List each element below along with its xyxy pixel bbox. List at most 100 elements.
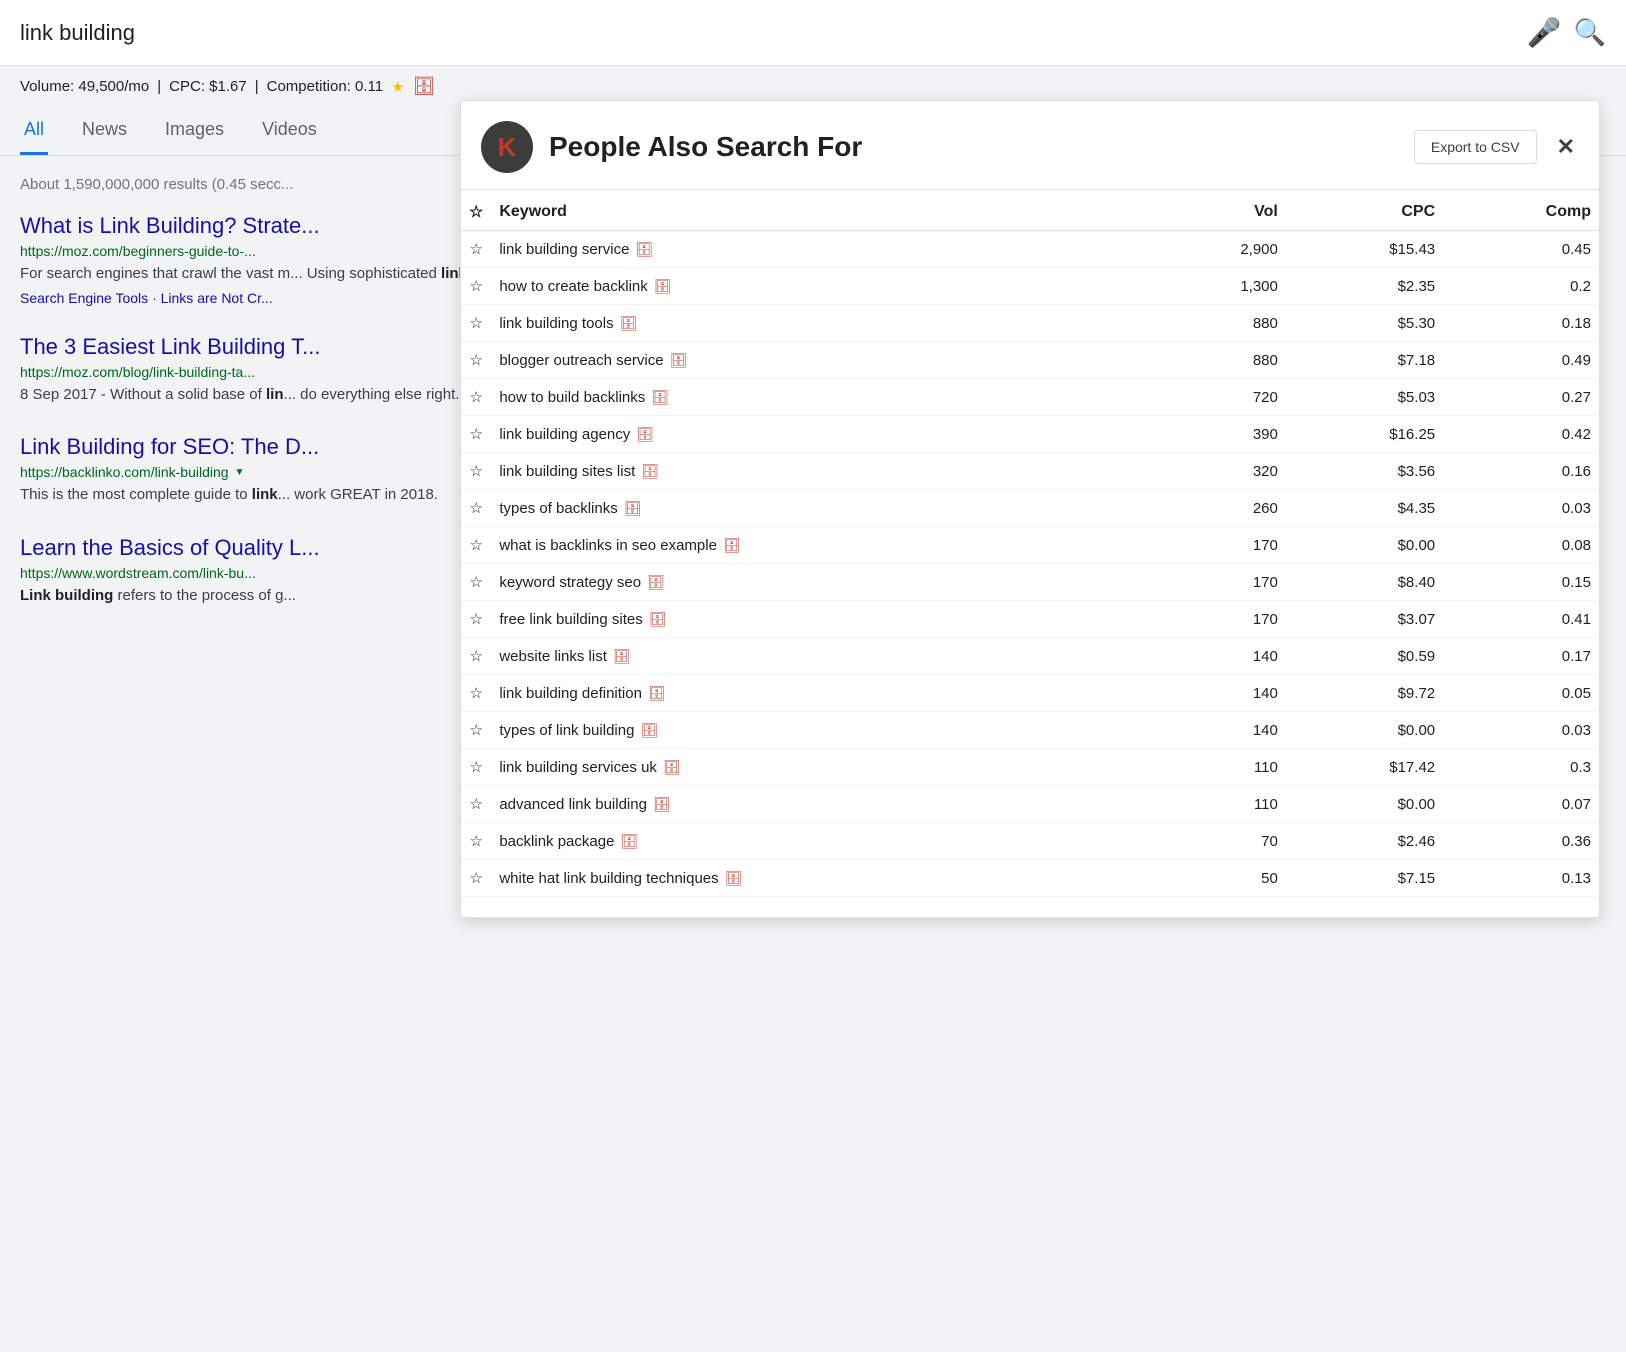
keyword-text[interactable]: website links list [499,648,607,665]
star-toggle[interactable]: ☆ [461,749,491,786]
star-toggle[interactable]: ☆ [461,231,491,268]
export-csv-button[interactable]: Export to CSV [1414,130,1537,164]
volume-stat: Volume: 49,500/mo [20,78,149,95]
table-row: ☆website links list🗄140$0.590.17 [461,638,1599,675]
mic-icon[interactable]: 🎤 [1527,16,1562,49]
volume-cell: 50 [1150,860,1286,897]
table-row: ☆link building sites list🗄320$3.560.16 [461,453,1599,490]
cpc-cell: $5.03 [1286,379,1443,416]
tab-news[interactable]: News [78,107,131,155]
star-toggle[interactable]: ☆ [461,490,491,527]
comp-cell: 0.07 [1443,786,1599,823]
keyword-cell: link building agency 🗄 [491,416,1149,453]
table-row: ☆link building agency🗄390$16.250.42 [461,416,1599,453]
keywords-table: ☆ Keyword Vol CPC Comp ☆link building se… [461,190,1599,897]
cpc-cell: $2.35 [1286,268,1443,305]
star-toggle[interactable]: ☆ [461,379,491,416]
db-icon: 🗄 [635,241,653,257]
keyword-text[interactable]: how to build backlinks [499,389,645,406]
cpc-cell: $4.35 [1286,490,1443,527]
table-row: ☆link building definition🗄140$9.720.05 [461,675,1599,712]
star-toggle[interactable]: ☆ [461,786,491,823]
keyword-text[interactable]: types of backlinks [499,500,617,517]
star-toggle[interactable]: ☆ [461,342,491,379]
k-brand-icon: K [481,121,533,173]
db-icon: 🗄 [723,537,741,553]
volume-cell: 880 [1150,342,1286,379]
table-row: ☆blogger outreach service🗄880$7.180.49 [461,342,1599,379]
keyword-text[interactable]: types of link building [499,722,634,739]
keyword-text[interactable]: how to create backlink [499,278,647,295]
tab-all[interactable]: All [20,107,48,155]
result-link[interactable]: Search Engine Tools [20,290,148,306]
comp-cell: 0.41 [1443,601,1599,638]
cpc-cell: $0.00 [1286,527,1443,564]
star-toggle[interactable]: ☆ [461,453,491,490]
keyword-text[interactable]: keyword strategy seo [499,574,641,591]
keyword-cell: link building definition🗄 [491,675,1149,712]
star-toggle[interactable]: ☆ [461,416,491,453]
keyword-text[interactable]: link building services uk [499,759,657,776]
volume-cell: 1,300 [1150,268,1286,305]
keyword-cell: link building services uk🗄 [491,749,1149,786]
comp-cell: 0.18 [1443,305,1599,342]
cpc-cell: $3.07 [1286,601,1443,638]
separator: | [157,78,161,95]
db-icon: 🗄 [651,389,669,405]
favorite-star-icon[interactable]: ★ [391,78,404,96]
keyword-text[interactable]: what is backlinks in seo example [499,537,717,554]
star-toggle[interactable]: ☆ [461,268,491,305]
db-icon: 🗄 [670,352,688,368]
search-icon[interactable]: 🔍 [1574,17,1606,48]
keyword-text[interactable]: free link building sites [499,611,642,628]
result-link[interactable]: Links are Not Cr... [152,290,273,306]
db-icon: 🗄 [647,574,665,590]
keyword-text[interactable]: link building service [499,241,629,258]
star-toggle[interactable]: ☆ [461,675,491,712]
cpc-cell: $0.59 [1286,638,1443,675]
close-icon[interactable]: ✕ [1557,134,1575,160]
star-toggle[interactable]: ☆ [461,305,491,342]
keyword-text[interactable]: advanced link building [499,796,647,813]
star-toggle[interactable]: ☆ [461,860,491,897]
tab-images[interactable]: Images [161,107,228,155]
keyword-text[interactable]: white hat link building techniques [499,870,718,887]
comp-cell: 0.17 [1443,638,1599,675]
db-icon: 🗄 [640,722,658,738]
star-toggle[interactable]: ☆ [461,527,491,564]
star-toggle[interactable]: ☆ [461,638,491,675]
volume-cell: 720 [1150,379,1286,416]
keyword-text[interactable]: link building agency [499,426,630,443]
cpc-cell: $7.15 [1286,860,1443,897]
star-toggle[interactable]: ☆ [461,823,491,860]
keyword-cell: link building service 🗄 [491,231,1149,268]
keyword-cell: how to build backlinks 🗄 [491,379,1149,416]
keyword-text[interactable]: link building sites list [499,463,635,480]
table-row: ☆white hat link building techniques🗄50$7… [461,860,1599,897]
comp-cell: 0.27 [1443,379,1599,416]
cpc-cell: $15.43 [1286,231,1443,268]
keyword-text[interactable]: blogger outreach service [499,352,663,369]
table-row: ☆link building tools🗄880$5.300.18 [461,305,1599,342]
volume-cell: 110 [1150,749,1286,786]
keyword-cell: free link building sites🗄 [491,601,1149,638]
star-toggle[interactable]: ☆ [461,564,491,601]
keyword-text[interactable]: link building definition [499,685,642,702]
cpc-cell: $7.18 [1286,342,1443,379]
cpc-cell: $16.25 [1286,416,1443,453]
star-toggle[interactable]: ☆ [461,601,491,638]
cpc-cell: $0.00 [1286,786,1443,823]
comp-cell: 0.03 [1443,712,1599,749]
table-row: ☆free link building sites🗄170$3.070.41 [461,601,1599,638]
tab-videos[interactable]: Videos [258,107,321,155]
search-input[interactable] [20,20,1515,46]
db-icon: 🗄 [636,426,654,442]
table-header-comp: Comp [1443,190,1599,231]
star-toggle[interactable]: ☆ [461,712,491,749]
keyword-cell: website links list🗄 [491,638,1149,675]
keyword-text[interactable]: backlink package [499,833,614,850]
comp-cell: 0.03 [1443,490,1599,527]
people-also-search-panel: K People Also Search For Export to CSV ✕… [460,100,1600,918]
dropdown-arrow-icon[interactable]: ▼ [235,467,245,478]
keyword-text[interactable]: link building tools [499,315,613,332]
